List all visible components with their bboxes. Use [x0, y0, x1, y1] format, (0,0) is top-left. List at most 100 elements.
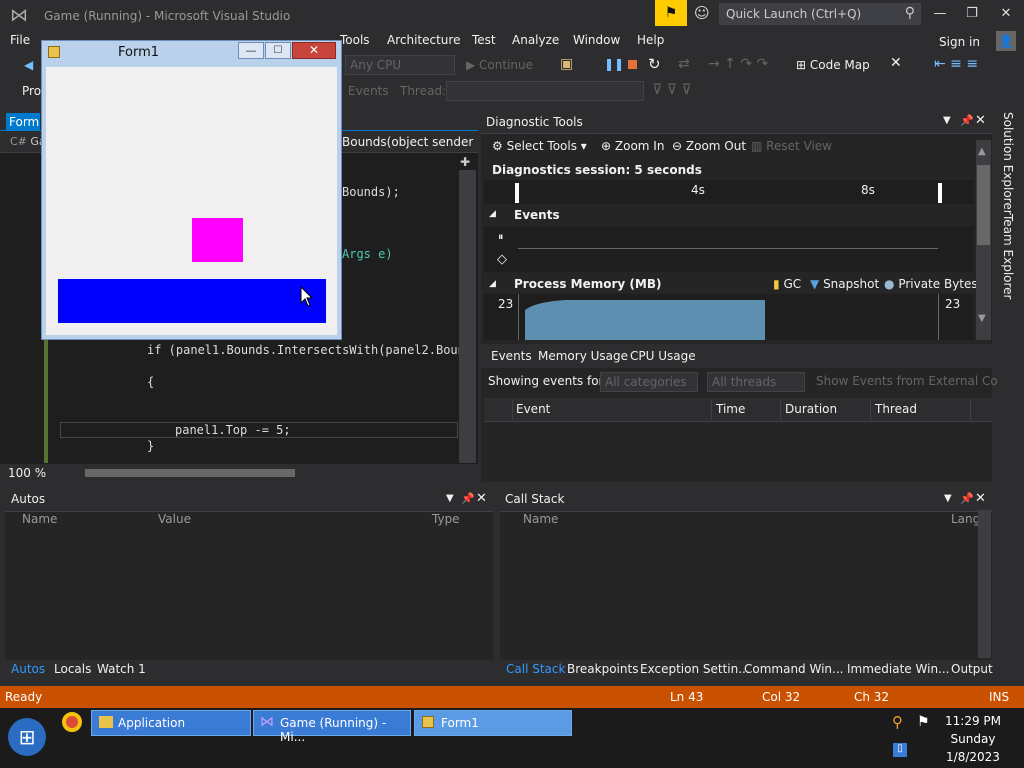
code-map-button[interactable]: ⊞ Code Map	[796, 58, 870, 72]
callstack-scrollbar[interactable]	[978, 510, 991, 658]
tab-output[interactable]: Output	[951, 662, 993, 676]
col-thread[interactable]: Thread	[875, 402, 917, 416]
tab-watch1[interactable]: Watch 1	[97, 662, 146, 676]
filter-icon[interactable]: ⊽ ⊽ ⊽	[652, 82, 692, 98]
col-duration[interactable]: Duration	[785, 402, 837, 416]
autos-menu-icon[interactable]: ▼	[446, 493, 454, 504]
notification-flag-icon[interactable]: ⚑	[655, 0, 687, 26]
panel-close-icon[interactable]: ✕	[975, 113, 986, 128]
menu-window[interactable]: Window	[573, 33, 620, 47]
menu-architecture[interactable]: Architecture	[387, 33, 460, 47]
minimize-button[interactable]: —	[925, 4, 955, 24]
tab-events[interactable]: Events	[491, 349, 532, 363]
callstack-col-name[interactable]: Name	[523, 512, 558, 526]
zoom-out-button[interactable]: ⊖ Zoom Out	[672, 139, 746, 153]
tab-immediate-window[interactable]: Immediate Win...	[847, 662, 950, 676]
close-button[interactable]: ✕	[991, 4, 1021, 24]
timeline-start-handle[interactable]	[515, 183, 519, 203]
breakpoint-toggle-icon[interactable]: ✕	[890, 55, 902, 71]
timeline-end-handle[interactable]	[938, 183, 942, 203]
menu-analyze[interactable]: Analyze	[512, 33, 559, 47]
restore-button[interactable]: ❐	[957, 4, 987, 24]
scroll-down-icon[interactable]: ▼	[978, 313, 986, 324]
reset-view-button[interactable]: ▥ Reset View	[751, 139, 832, 153]
col-event[interactable]: Event	[516, 402, 550, 416]
autos-close-icon[interactable]: ✕	[476, 491, 487, 506]
taskbar-application[interactable]: Application	[91, 710, 251, 736]
status-ins: INS	[989, 690, 1010, 704]
tab-locals[interactable]: Locals	[54, 662, 91, 676]
autos-col-type[interactable]: Type	[432, 512, 460, 526]
events-collapse-icon[interactable]: ◢	[489, 209, 496, 219]
diag-scroll-thumb[interactable]	[977, 165, 990, 245]
tab-breakpoints[interactable]: Breakpoints	[567, 662, 638, 676]
menu-help[interactable]: Help	[637, 33, 664, 47]
feedback-smiley-icon[interactable]: ☺	[694, 4, 710, 22]
callstack-menu-icon[interactable]: ▼	[944, 493, 952, 504]
tab-autos[interactable]: Autos	[11, 662, 45, 676]
document-tab-form[interactable]: Form	[6, 113, 40, 131]
continue-button[interactable]: ▶ Continue	[466, 58, 533, 72]
zoom-level[interactable]: 100 %	[8, 466, 46, 480]
menu-tools[interactable]: Tools	[340, 33, 370, 47]
callstack-col-lang[interactable]: Lang	[951, 512, 980, 526]
memory-collapse-icon[interactable]: ◢	[489, 279, 496, 289]
quick-launch-input[interactable]: Quick Launch (Ctrl+Q) ⚲	[719, 3, 921, 25]
visual-studio-logo-icon: ⋈	[10, 5, 28, 26]
threads-combo[interactable]: All threads	[707, 372, 805, 392]
search-tray-icon[interactable]: ⚲	[892, 713, 903, 731]
events-track[interactable]	[484, 226, 974, 272]
split-icon[interactable]: ✚	[460, 155, 472, 169]
panel-menu-icon[interactable]: ▼	[943, 115, 951, 126]
callstack-close-icon[interactable]: ✕	[975, 491, 986, 506]
tab-call-stack[interactable]: Call Stack	[506, 662, 565, 676]
scroll-thumb[interactable]	[85, 469, 295, 477]
tab-command-window[interactable]: Command Win...	[744, 662, 843, 676]
sign-in-link[interactable]: Sign in	[939, 35, 980, 49]
scroll-up-icon[interactable]: ▲	[978, 146, 986, 157]
zoom-in-button[interactable]: ⊕ Zoom In	[601, 139, 664, 153]
intellitrace-diamond-icon: ◇	[497, 252, 507, 267]
network-icon[interactable]: ⚑	[917, 714, 930, 730]
form-close-button[interactable]: ✕	[292, 42, 336, 59]
tab-exception-settings[interactable]: Exception Settin...	[640, 662, 750, 676]
menu-test[interactable]: Test	[472, 33, 496, 47]
team-explorer-tab[interactable]: Team Explorer	[1001, 214, 1015, 300]
thread-combo[interactable]	[446, 81, 644, 101]
taskbar-form1[interactable]: Form1	[414, 710, 572, 736]
stop-icon[interactable]	[628, 60, 637, 69]
process-icon[interactable]: ▣	[560, 56, 573, 72]
col-time[interactable]: Time	[716, 402, 745, 416]
categories-combo[interactable]: All categories	[600, 372, 698, 392]
language-icon[interactable]: ▯	[893, 743, 907, 757]
menu-file[interactable]: File	[10, 33, 30, 47]
clock-time[interactable]: 11:29 PM	[938, 714, 1008, 728]
callstack-pin-icon[interactable]: 📌	[960, 492, 974, 505]
step-over-icon[interactable]: → ↑ ↷ ↷	[708, 56, 768, 72]
form-maximize-button[interactable]: ☐	[265, 42, 291, 59]
start-button-icon[interactable]: ⊞	[8, 718, 46, 756]
tab-cpu-usage[interactable]: CPU Usage	[630, 349, 696, 363]
taskbar-visual-studio[interactable]: Game (Running) - Mi...	[253, 710, 411, 744]
avatar[interactable]: 👤	[996, 31, 1016, 51]
restart-icon[interactable]: ↻	[648, 55, 661, 73]
format-icon[interactable]: ⇤ ≡ ≡	[934, 56, 978, 72]
autos-col-name[interactable]: Name	[22, 512, 57, 526]
form-minimize-button[interactable]: —	[238, 42, 264, 59]
editor-vertical-scrollbar[interactable]	[459, 170, 476, 463]
chrome-icon[interactable]	[62, 712, 82, 732]
platform-combo[interactable]: Any CPU	[345, 55, 455, 75]
member-combo[interactable]: Bounds(object sender,	[342, 135, 474, 149]
tab-memory-usage[interactable]: Memory Usage	[538, 349, 628, 363]
back-icon[interactable]: ◀	[24, 58, 33, 72]
call-stack-panel	[500, 490, 992, 660]
pin-icon[interactable]: 📌	[960, 114, 974, 127]
autos-col-value[interactable]: Value	[158, 512, 191, 526]
show-next-statement-icon[interactable]: ⇄	[678, 56, 690, 72]
autos-pin-icon[interactable]: 📌	[461, 492, 475, 505]
select-tools-button[interactable]: ⚙ Select Tools ▾	[492, 139, 587, 153]
pause-icon[interactable]: ❚❚	[604, 57, 624, 71]
timeline-ruler[interactable]	[484, 180, 974, 204]
show-external-code-toggle[interactable]: Show Events from External Code	[816, 374, 1013, 388]
solution-explorer-tab[interactable]: Solution Explorer	[1001, 112, 1015, 215]
